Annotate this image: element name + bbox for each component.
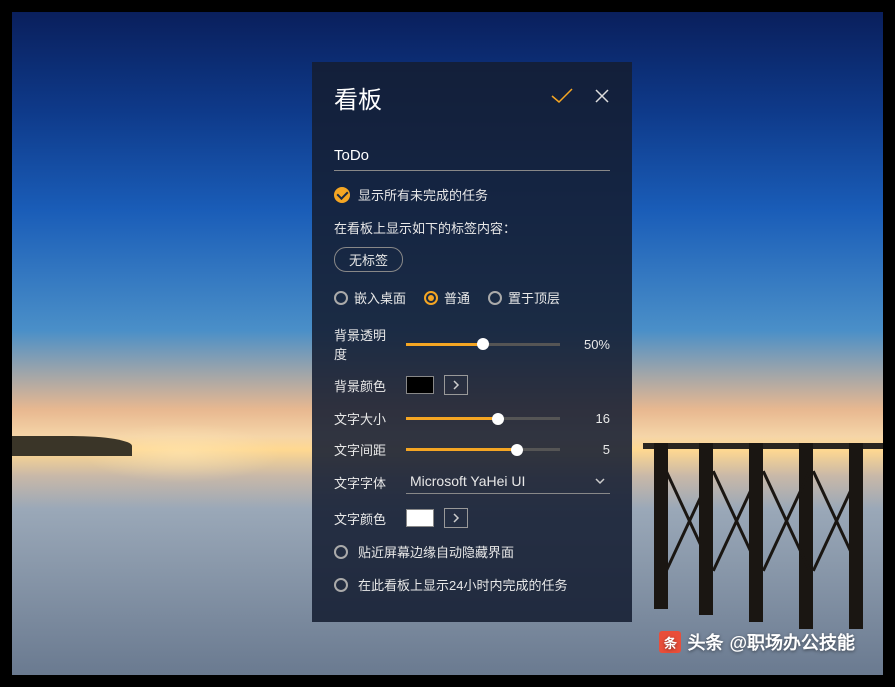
radio-icon bbox=[488, 291, 502, 305]
show-incomplete-label: 显示所有未完成的任务 bbox=[358, 185, 488, 204]
checkmark-icon bbox=[334, 187, 350, 203]
position-radio-group: 嵌入桌面 普通 置于顶层 bbox=[334, 288, 610, 307]
desktop-wallpaper: 看板 显示所有未完成的任务 在看板上显示如下的标签内容： 无标签 嵌入桌面 bbox=[12, 12, 883, 675]
board-name-input[interactable] bbox=[334, 143, 610, 171]
watermark-author: @职场办公技能 bbox=[729, 629, 855, 655]
bg-color-label: 背景颜色 bbox=[334, 376, 396, 395]
chevron-right-icon bbox=[452, 380, 460, 390]
radio-normal[interactable]: 普通 bbox=[424, 288, 470, 307]
radio-icon bbox=[424, 291, 438, 305]
auto-hide-option[interactable]: 贴近屏幕边缘自动隐藏界面 bbox=[334, 542, 610, 561]
watermark-brand: 头条 bbox=[687, 629, 723, 655]
font-size-slider[interactable]: 文字大小 16 bbox=[334, 409, 610, 428]
radio-always-top[interactable]: 置于顶层 bbox=[488, 288, 560, 307]
chevron-down-icon bbox=[594, 477, 606, 485]
radio-icon bbox=[334, 291, 348, 305]
radio-icon bbox=[334, 578, 348, 592]
panel-title: 看板 bbox=[334, 80, 382, 115]
bg-opacity-slider[interactable]: 背景透明度 50% bbox=[334, 325, 610, 363]
wallpaper-pier bbox=[643, 443, 883, 449]
bg-color-expand-button[interactable] bbox=[444, 375, 468, 395]
tag-section-label: 在看板上显示如下的标签内容： bbox=[334, 218, 610, 237]
text-color-expand-button[interactable] bbox=[444, 508, 468, 528]
confirm-icon[interactable] bbox=[550, 87, 574, 108]
show-incomplete-toggle[interactable]: 显示所有未完成的任务 bbox=[334, 185, 610, 204]
no-tag-pill[interactable]: 无标签 bbox=[334, 247, 403, 272]
font-family-label: 文字字体 bbox=[334, 473, 396, 492]
panel-header: 看板 bbox=[334, 80, 610, 115]
settings-panel: 看板 显示所有未完成的任务 在看板上显示如下的标签内容： 无标签 嵌入桌面 bbox=[312, 62, 632, 622]
text-color-swatch[interactable] bbox=[406, 509, 434, 527]
chevron-right-icon bbox=[452, 513, 460, 523]
radio-icon bbox=[334, 545, 348, 559]
show-24h-option[interactable]: 在此看板上显示24小时内完成的任务 bbox=[334, 575, 610, 594]
close-icon[interactable] bbox=[594, 88, 610, 107]
watermark: 条 头条 @职场办公技能 bbox=[659, 629, 855, 655]
bg-color-swatch[interactable] bbox=[406, 376, 434, 394]
text-color-label: 文字颜色 bbox=[334, 509, 396, 528]
radio-embed-desktop[interactable]: 嵌入桌面 bbox=[334, 288, 406, 307]
font-family-select[interactable]: Microsoft YaHei UI bbox=[406, 471, 610, 494]
watermark-logo-icon: 条 bbox=[659, 631, 681, 653]
line-spacing-slider[interactable]: 文字间距 5 bbox=[334, 440, 610, 459]
wallpaper-land bbox=[12, 436, 132, 456]
